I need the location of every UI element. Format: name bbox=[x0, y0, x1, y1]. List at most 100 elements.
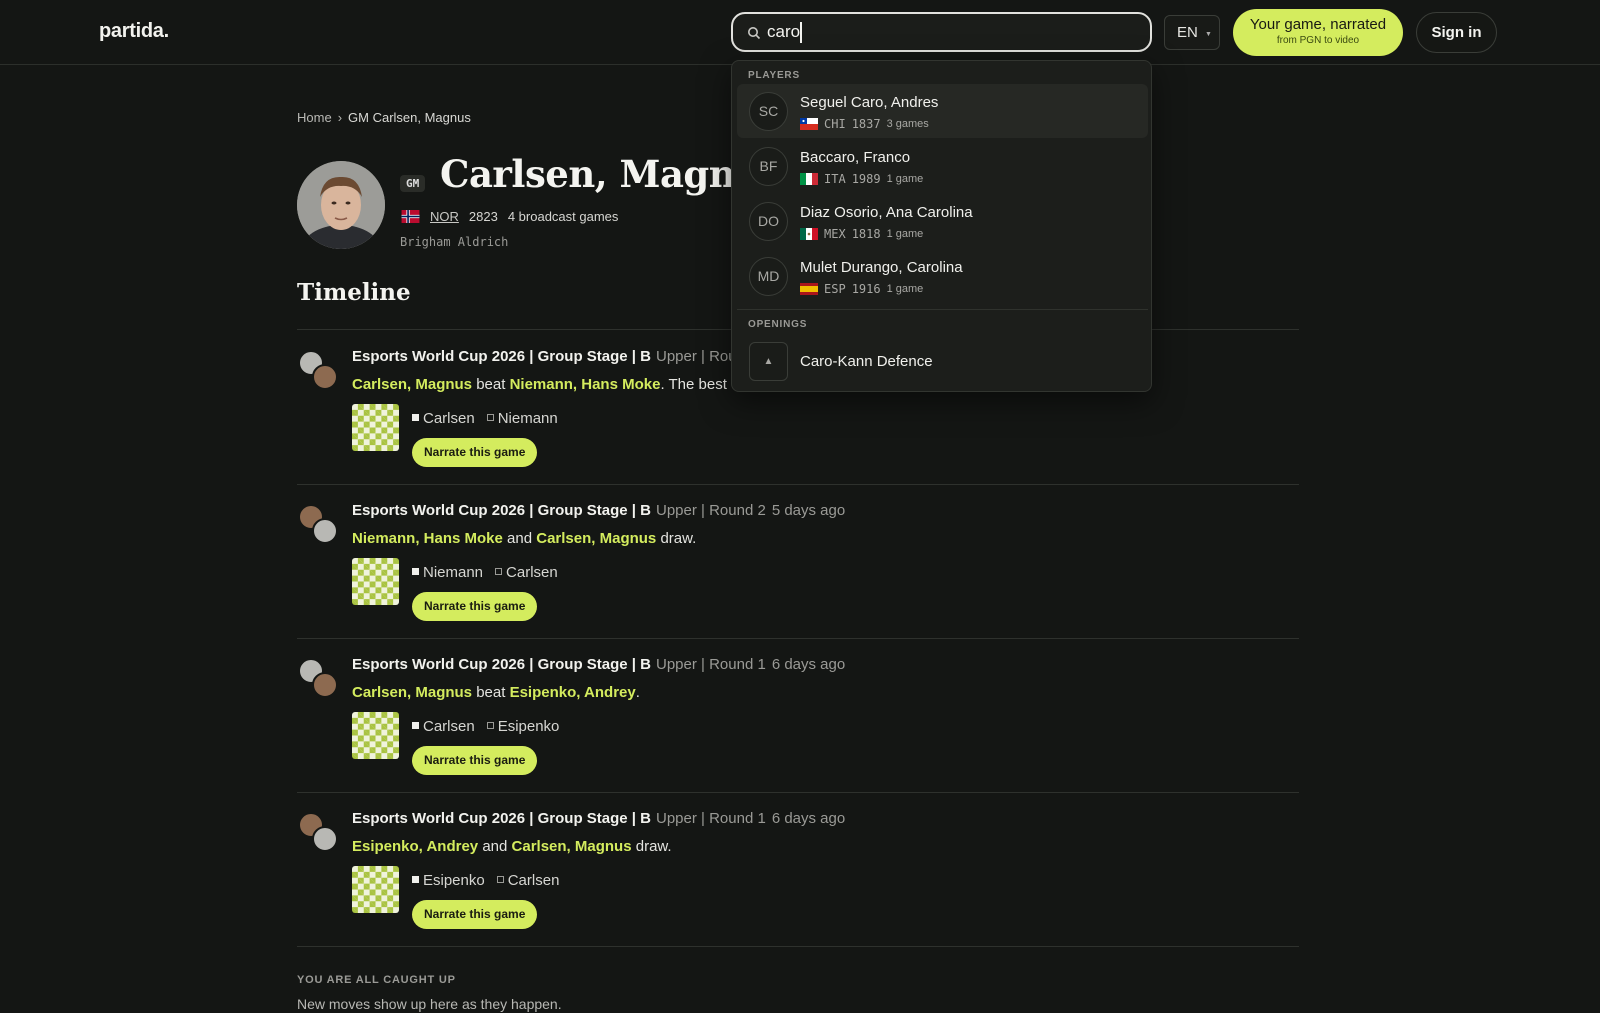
norway-flag-icon bbox=[401, 210, 420, 223]
result-verb: and bbox=[482, 838, 508, 855]
player-result-meta: MEX 1818 1 game bbox=[800, 227, 923, 241]
white-player: Carlsen bbox=[412, 718, 475, 735]
player-link[interactable]: Carlsen, Magnus bbox=[352, 376, 472, 393]
result-line: Carlsen, Magnus beat Niemann, Hans Moke.… bbox=[352, 376, 742, 393]
black-square-icon bbox=[486, 722, 494, 729]
event-name[interactable]: Esports World Cup 2026 | Group Stage | B bbox=[352, 810, 651, 827]
caught-up-text: New moves show up here as they happen. bbox=[297, 996, 562, 1012]
white-square-icon bbox=[412, 876, 419, 883]
player-link[interactable]: Esipenko, Andrey bbox=[510, 684, 636, 701]
divider bbox=[297, 946, 1299, 947]
white-player: Esipenko bbox=[412, 872, 485, 889]
event-name[interactable]: Esports World Cup 2026 | Group Stage | B bbox=[352, 502, 651, 519]
language-select[interactable]: EN ▼ bbox=[1164, 15, 1220, 50]
result-tail: draw. bbox=[631, 838, 672, 855]
title-badge: GM bbox=[400, 175, 426, 192]
board-thumbnail[interactable] bbox=[352, 404, 399, 451]
black-player-avatar bbox=[312, 826, 338, 852]
board-thumbnail[interactable] bbox=[352, 712, 399, 759]
player-result-meta: ESP 1916 1 game bbox=[800, 282, 923, 296]
player-link[interactable]: Carlsen, Magnus bbox=[512, 838, 632, 855]
player-result[interactable]: BF Baccaro, Franco ITA 1989 1 game bbox=[737, 139, 1148, 193]
black-player: Carlsen bbox=[496, 872, 559, 889]
player-result-meta: CHI 1837 3 games bbox=[800, 117, 929, 131]
result-rating: 1989 bbox=[851, 172, 881, 186]
search-dropdown: PLAYERS SC Seguel Caro, Andres CHI 1837 … bbox=[731, 60, 1152, 392]
event-line: Esports World Cup 2026 | Group Stage | B… bbox=[352, 656, 845, 673]
game-players: Esipenko Carlsen bbox=[412, 872, 559, 889]
timeline-entry: Esports World Cup 2026 | Group Stage | B… bbox=[297, 653, 1299, 807]
sign-in-button[interactable]: Sign in bbox=[1416, 12, 1497, 53]
player-link[interactable]: Niemann, Hans Moke bbox=[510, 376, 661, 393]
black-square-icon bbox=[486, 414, 494, 421]
event-line: Esports World Cup 2026 | Group Stage | B… bbox=[352, 810, 845, 827]
result-verb: beat bbox=[476, 376, 506, 393]
cta-subtitle: from PGN to video bbox=[1276, 35, 1360, 46]
player-result[interactable]: DO Diaz Osorio, Ana Carolina MEX 1818 1 … bbox=[737, 194, 1148, 248]
player-initials-avatar: DO bbox=[749, 202, 788, 241]
player-result[interactable]: MD Mulet Durango, Carolina ESP 1916 1 ga… bbox=[737, 249, 1148, 303]
breadcrumb-home[interactable]: Home bbox=[297, 110, 332, 125]
narrate-game-button[interactable]: Narrate this game bbox=[412, 592, 538, 621]
player-result-meta: ITA 1989 1 game bbox=[800, 172, 923, 186]
result-tail: draw. bbox=[656, 530, 697, 547]
text-cursor bbox=[800, 22, 802, 43]
player-result-name: Seguel Caro, Andres bbox=[800, 94, 939, 111]
search-icon bbox=[748, 27, 761, 40]
logo[interactable]: partida. bbox=[99, 20, 169, 43]
player-initials-avatar: SC bbox=[749, 92, 788, 131]
chevron-down-icon: ▼ bbox=[1205, 31, 1212, 38]
result-rating: 1916 bbox=[851, 282, 881, 296]
opening-result[interactable]: ▲ Caro-Kann Defence bbox=[737, 333, 1148, 393]
timeline-heading: Timeline bbox=[297, 279, 411, 306]
white-square-icon bbox=[412, 414, 419, 421]
player-link[interactable]: Carlsen, Magnus bbox=[352, 684, 472, 701]
player-result-name: Mulet Durango, Carolina bbox=[800, 259, 963, 276]
breadcrumb: Home › GM Carlsen, Magnus bbox=[297, 110, 471, 125]
divider bbox=[297, 484, 1299, 485]
player-initials-avatar: MD bbox=[749, 257, 788, 296]
game-players: Niemann Carlsen bbox=[412, 564, 558, 581]
narrate-cta-button[interactable]: Your game, narrated from PGN to video bbox=[1233, 9, 1403, 56]
timeline-entry: Esports World Cup 2026 | Group Stage | B… bbox=[297, 807, 1299, 961]
board-thumbnail[interactable] bbox=[352, 558, 399, 605]
result-verb: beat bbox=[476, 684, 506, 701]
federation-link[interactable]: NOR bbox=[430, 209, 459, 224]
opening-icon: ▲ bbox=[749, 342, 788, 381]
result-games: 1 game bbox=[886, 283, 924, 295]
player-subtitle: Brigham Aldrich bbox=[400, 235, 509, 249]
narrate-game-button[interactable]: Narrate this game bbox=[412, 746, 538, 775]
event-time: 5 days ago bbox=[771, 502, 846, 519]
player-link[interactable]: Carlsen, Magnus bbox=[536, 530, 656, 547]
event-round: Upper | Round 1 bbox=[656, 810, 766, 827]
board-thumbnail[interactable] bbox=[352, 866, 399, 913]
game-players: Carlsen Esipenko bbox=[412, 718, 559, 735]
event-round: Upper | Round 1 bbox=[656, 656, 766, 673]
player-result-name: Baccaro, Franco bbox=[800, 149, 911, 166]
white-square-icon bbox=[412, 722, 419, 729]
event-name[interactable]: Esports World Cup 2026 | Group Stage | B bbox=[352, 656, 651, 673]
result-line: Esipenko, Andrey and Carlsen, Magnus dra… bbox=[352, 838, 672, 855]
player-avatar bbox=[297, 161, 385, 249]
player-meta: NOR 2823 4 broadcast games bbox=[401, 209, 618, 224]
player-result-name: Diaz Osorio, Ana Carolina bbox=[800, 204, 973, 221]
search-box[interactable] bbox=[731, 12, 1152, 52]
top-bar: partida. EN ▼ Your game, narrated from P… bbox=[0, 0, 1600, 65]
breadcrumb-current: GM Carlsen, Magnus bbox=[348, 110, 471, 125]
result-line: Carlsen, Magnus beat Esipenko, Andrey. bbox=[352, 684, 640, 701]
player-link[interactable]: Esipenko, Andrey bbox=[352, 838, 478, 855]
event-name[interactable]: Esports World Cup 2026 | Group Stage | B bbox=[352, 348, 651, 365]
players-section-label: PLAYERS bbox=[748, 70, 800, 81]
narrate-game-button[interactable]: Narrate this game bbox=[412, 900, 538, 929]
search-input[interactable] bbox=[767, 21, 1137, 43]
games-count: 4 bbox=[507, 209, 516, 224]
white-player: Niemann bbox=[412, 564, 483, 581]
game-players: Carlsen Niemann bbox=[412, 410, 558, 427]
openings-section-label: OPENINGS bbox=[748, 319, 808, 330]
player-result[interactable]: SC Seguel Caro, Andres CHI 1837 3 games bbox=[737, 84, 1148, 138]
breadcrumb-separator: › bbox=[337, 110, 343, 125]
event-time: 6 days ago bbox=[771, 656, 846, 673]
narrate-game-button[interactable]: Narrate this game bbox=[412, 438, 538, 467]
player-link[interactable]: Niemann, Hans Moke bbox=[352, 530, 503, 547]
white-square-icon bbox=[412, 568, 419, 575]
